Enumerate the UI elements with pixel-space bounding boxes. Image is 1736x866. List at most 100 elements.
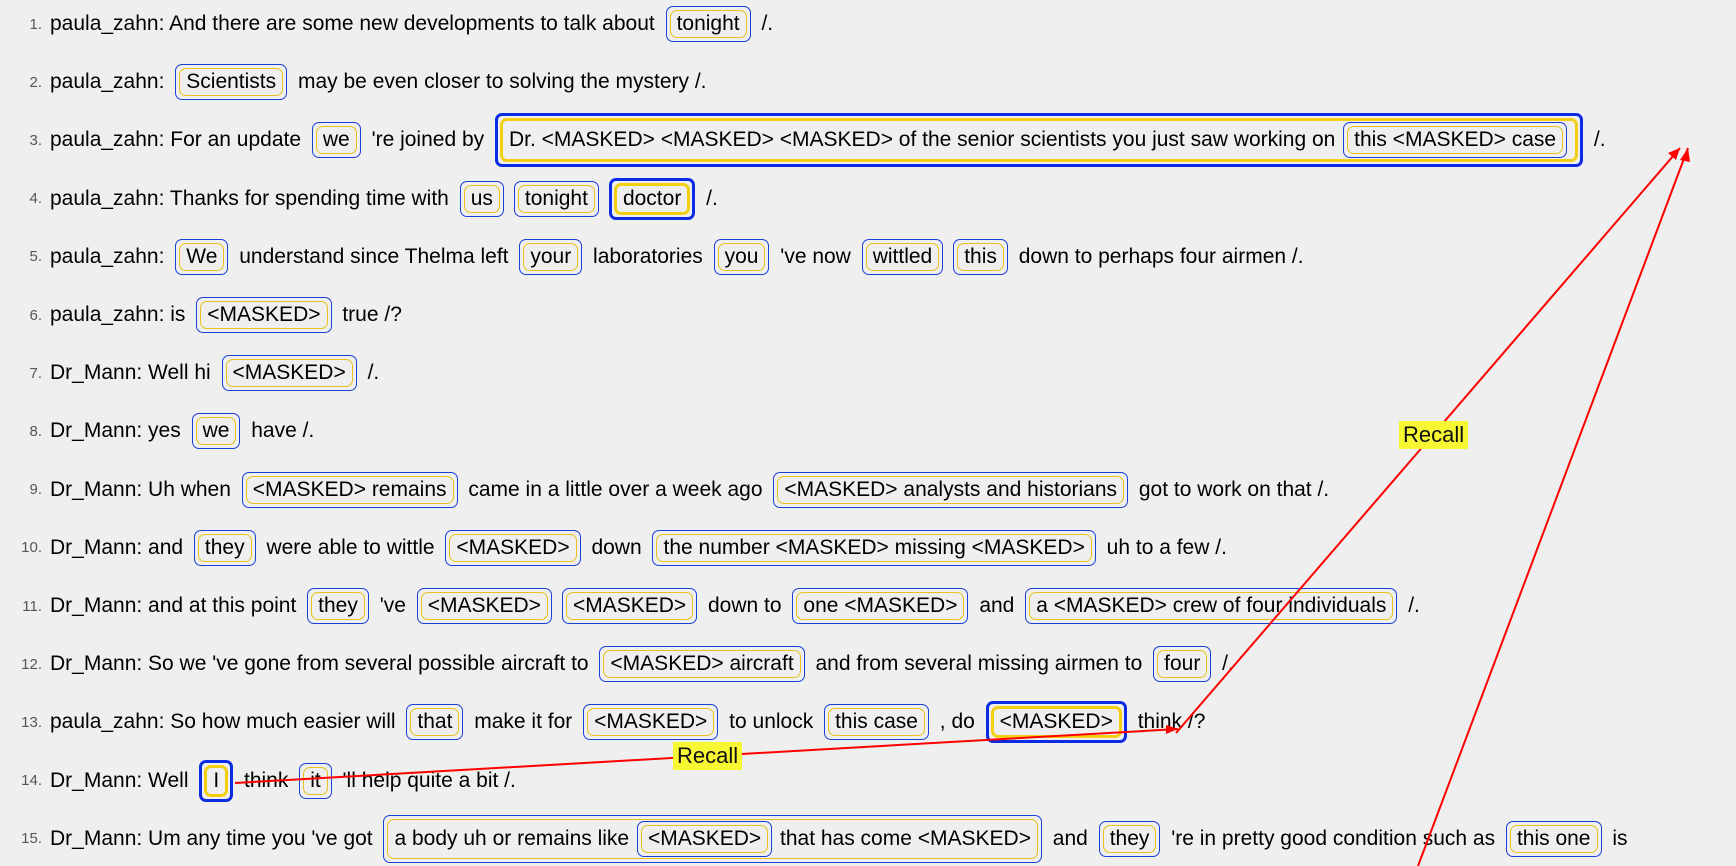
line-number: 3. <box>29 131 42 149</box>
mention-box[interactable]: your <box>519 238 583 275</box>
utterance-text: Dr_Mann: and <box>50 535 189 559</box>
transcript-line: 14. Dr_Mann: Well I think it 'll help qui… <box>0 759 516 802</box>
mention-box[interactable]: <MASKED> <box>561 588 698 624</box>
mention-text: this <box>964 244 997 268</box>
utterance-text: laboratories <box>587 244 709 268</box>
line-number: 6. <box>29 306 42 324</box>
utterance-text: understand since Thelma left <box>233 244 515 268</box>
mention-box[interactable]: one <MASKED> <box>792 588 969 624</box>
mention-box[interactable]: tonight <box>513 180 599 217</box>
mention-tail-text: analysts and historians <box>897 477 1118 501</box>
recall-label-lower: Recall <box>673 742 743 770</box>
utterance-text: 're joined by <box>365 128 490 152</box>
mention-inner: <MASKED> <box>990 706 1122 739</box>
mention-box[interactable]: they <box>307 588 369 624</box>
mention-box[interactable]: Scientists <box>175 64 288 101</box>
mention-box[interactable]: this case <box>824 704 929 741</box>
mention-inner: tonight <box>669 10 747 38</box>
mention-inner: this case <box>828 708 925 737</box>
mention-box[interactable]: you <box>713 238 770 275</box>
nested-mention-box[interactable]: this <MASKED> case <box>1343 122 1568 159</box>
utterance-text: paula_zahn: And there are some new devel… <box>50 12 661 35</box>
mention-inner: <MASKED> analysts and historians <box>777 475 1125 504</box>
utterance-text: were able to wittle <box>260 535 441 559</box>
utterance-text: have /. <box>245 419 315 443</box>
mention-inner: <MASKED> <box>449 533 577 562</box>
mention-box[interactable]: four <box>1153 646 1212 683</box>
mention-box[interactable]: <MASKED> <box>985 701 1127 744</box>
mention-text: <MASKED> <box>999 710 1113 734</box>
mention-inner: we <box>315 126 357 155</box>
mention-inner: four <box>1157 650 1208 679</box>
mention-box[interactable]: <MASKED> <box>416 588 552 624</box>
mention-inner: the number <MASKED> missing <MASKED> <box>656 533 1092 562</box>
mention-text: you <box>724 244 759 268</box>
mention-inner: this one <box>1509 824 1598 853</box>
mention-box[interactable]: Dr. <MASKED> <MASKED> <MASKED> of the se… <box>494 113 1584 168</box>
utterance-text: think <box>238 768 295 792</box>
line-number: 12. <box>21 655 42 673</box>
mention-box[interactable]: they <box>193 529 256 566</box>
mention-box[interactable]: it <box>299 762 332 799</box>
mention-text: <MASKED> aircraft <box>610 652 794 676</box>
mention-text: the number <MASKED> missing <MASKED> <box>663 535 1085 559</box>
utterance-text: got to work on that /. <box>1133 477 1330 501</box>
mention-text: <MASKED> <box>572 594 687 617</box>
mention-inner: We <box>179 242 225 271</box>
mention-inner: that <box>410 708 460 737</box>
mention-inner: wittled <box>865 242 940 271</box>
utterance-text: /. <box>755 12 774 35</box>
mention-box[interactable]: <MASKED> <box>221 355 357 392</box>
line-number: 8. <box>29 422 42 440</box>
mention-inner: <MASKED> <box>200 301 328 329</box>
mention-box[interactable]: this one <box>1505 820 1602 857</box>
mention-text: a <MASKED> crew of four individuals <box>1036 594 1387 617</box>
nested-mention-box[interactable]: <MASKED> <box>636 820 773 857</box>
utterance-text: paula_zahn: For an update <box>50 128 307 152</box>
mention-box[interactable]: us <box>459 180 504 217</box>
transcript-line: 3. paula_zahn: For an update we 're joine… <box>0 113 1606 168</box>
mention-box[interactable]: wittled <box>861 238 944 275</box>
utterance-text: Dr_Mann: and at this point <box>50 594 303 617</box>
mention-box[interactable]: the number <MASKED> missing <MASKED> <box>652 529 1096 566</box>
mention-box[interactable]: <MASKED> aircraft <box>599 646 805 683</box>
mention-box[interactable]: <MASKED> remains <box>241 471 458 508</box>
line-number: 2. <box>29 73 42 91</box>
transcript-line: 11. Dr_Mann: and at this point they 've <… <box>0 586 1420 626</box>
mention-box[interactable]: a <MASKED> crew of four individuals <box>1025 588 1398 624</box>
mention-box[interactable]: we <box>311 122 361 159</box>
mention-box[interactable]: this <box>953 238 1008 275</box>
recall-arrow-upper-head <box>1668 148 1680 160</box>
mention-text: us <box>470 186 493 210</box>
mention-box[interactable]: that <box>406 704 464 741</box>
utterance-text: paula_zahn: <box>50 70 171 94</box>
recall-label-upper: Recall <box>1399 421 1469 449</box>
mention-box[interactable]: We <box>175 238 229 275</box>
utterance-text: 've <box>373 594 412 617</box>
mention-box[interactable]: a body uh or remains like <MASKED> that … <box>383 814 1042 863</box>
mention-box[interactable]: <MASKED> <box>196 297 332 333</box>
mention-box[interactable]: <MASKED> analysts and historians <box>773 471 1129 508</box>
mention-inner: this <box>957 242 1004 271</box>
mention-text: doctor <box>622 186 682 210</box>
mention-box[interactable]: I <box>199 759 234 802</box>
utterance-text: 've now <box>774 244 857 268</box>
utterance-text: paula_zahn: Thanks for spending time wit… <box>50 186 455 210</box>
mention-box[interactable]: <MASKED> <box>583 704 719 741</box>
mention-box[interactable]: we <box>191 413 241 450</box>
mention-box[interactable]: <MASKED> <box>445 529 581 566</box>
mention-box[interactable]: tonight <box>665 6 751 42</box>
line-number: 10. <box>21 539 42 557</box>
mention-text: a body uh or remains like <box>394 826 635 850</box>
mention-inner: we <box>195 417 237 446</box>
utterance-text: down <box>585 535 648 559</box>
mention-text: wittled <box>872 244 933 268</box>
mention-inner: us <box>463 184 500 213</box>
utterance-text: uh to a few /. <box>1100 535 1227 559</box>
mention-box[interactable]: they <box>1098 820 1161 857</box>
line-number: 4. <box>29 190 42 208</box>
mention-box[interactable]: doctor <box>608 177 696 220</box>
utterance-text: Dr_Mann: Well <box>50 768 195 792</box>
transcript-line: 7. Dr_Mann: Well hi <MASKED> /. <box>0 353 379 393</box>
transcript-line: 2. paula_zahn: Scientists may be even clo… <box>0 62 707 102</box>
